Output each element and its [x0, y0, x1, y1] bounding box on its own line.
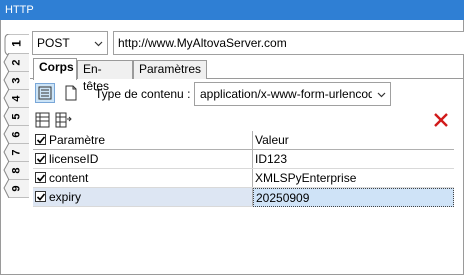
column-header-parametre[interactable]: Paramètre	[47, 131, 253, 149]
method-value: POST	[37, 36, 70, 50]
tab-corps[interactable]: Corps	[33, 58, 77, 80]
chevron-down-icon	[94, 41, 103, 47]
checkmark-icon	[36, 155, 46, 163]
table-row-selected[interactable]: expiry 20250909	[33, 188, 454, 207]
side-tab-strip: 1 2 3 4 5 6 7 8 9	[0, 24, 30, 198]
param-name-cell[interactable]: licenseID	[47, 150, 253, 168]
raw-view-button[interactable]	[61, 83, 81, 103]
row-checkbox-cell	[33, 169, 47, 187]
table-row[interactable]: licenseID ID123	[33, 150, 454, 169]
column-header-valeur[interactable]: Valeur	[253, 131, 454, 149]
insert-row-button[interactable]	[53, 110, 73, 130]
content-type-label: Type de contenu :	[95, 87, 191, 101]
param-value-cell[interactable]: ID123	[253, 150, 454, 168]
content-type-select[interactable]: application/x-www-form-urlencoded	[194, 82, 391, 106]
url-input[interactable]: http://www.MyAltovaServer.com	[113, 31, 464, 55]
row-checkbox-cell	[33, 188, 47, 206]
select-all-checkbox[interactable]	[35, 134, 46, 145]
window-titlebar: HTTP	[0, 0, 464, 20]
form-view-button[interactable]	[35, 83, 55, 103]
tab-parametres[interactable]: Paramètres	[133, 60, 207, 79]
url-value: http://www.MyAltovaServer.com	[118, 36, 287, 50]
tab-en-tetes[interactable]: En-têtes	[77, 60, 133, 93]
row-checkbox[interactable]	[35, 153, 46, 164]
method-select[interactable]: POST	[32, 31, 108, 55]
param-value-cell[interactable]: XMLSPyEnterprise	[253, 169, 454, 187]
checkmark-icon	[36, 174, 46, 182]
chevron-down-icon	[377, 92, 386, 98]
header-checkbox-cell	[33, 131, 47, 149]
grid-toolbar	[33, 110, 454, 130]
delete-x-icon	[434, 113, 448, 127]
append-row-button[interactable]	[33, 110, 53, 130]
row-checkbox[interactable]	[35, 191, 46, 202]
row-checkbox-cell	[33, 150, 47, 168]
param-name-cell[interactable]: content	[47, 169, 253, 187]
row-checkbox[interactable]	[35, 172, 46, 183]
param-value-cell-selected[interactable]: 20250909	[253, 188, 454, 207]
table-row[interactable]: content XMLSPyEnterprise	[33, 169, 454, 188]
document-icon	[65, 85, 77, 101]
delete-row-button[interactable]	[431, 110, 451, 130]
side-tab-9[interactable]: 9	[3, 179, 29, 198]
checkmark-icon	[36, 136, 46, 144]
checkmark-icon	[36, 193, 46, 201]
param-name-cell[interactable]: expiry	[47, 188, 253, 206]
window-title: HTTP	[5, 4, 34, 16]
table-header: Paramètre Valeur	[33, 131, 454, 150]
append-row-icon	[35, 112, 50, 128]
insert-row-icon	[55, 112, 72, 128]
content-type-value: application/x-www-form-urlencoded	[200, 87, 372, 101]
text-lines-icon	[38, 86, 52, 100]
